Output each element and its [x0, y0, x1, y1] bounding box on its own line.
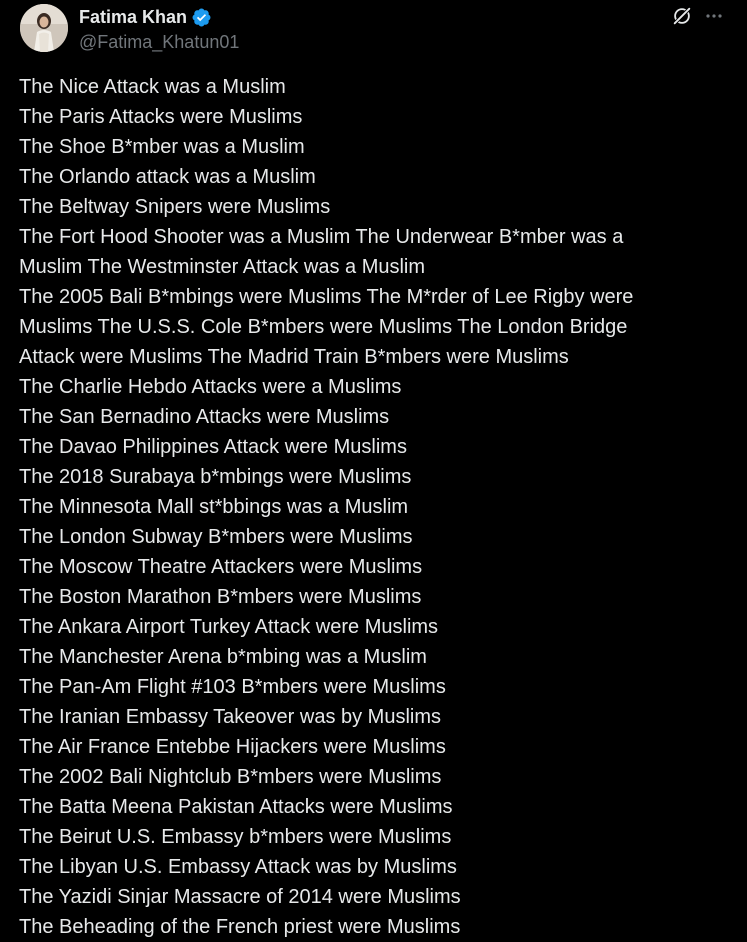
tweet-line: The Paris Attacks were Muslims [19, 106, 303, 128]
tweet-line: The Beltway Snipers were Muslims [19, 196, 331, 218]
tweet-line: Muslim The Westminster Attack was a Musl… [19, 256, 426, 278]
tweet-line: The Beirut U.S. Embassy b*mbers were Mus… [19, 826, 452, 848]
tweet-line: The London Subway B*mbers were Muslims [19, 526, 413, 548]
tweet-line: The Batta Meena Pakistan Attacks were Mu… [19, 796, 453, 818]
more-options-icon[interactable] [704, 6, 724, 26]
tweet-line: The Shoe B*mber was a Muslim [19, 136, 305, 158]
author-display-name[interactable]: Fatima Khan [79, 7, 187, 28]
tweet-line: Attack were Muslims The Madrid Train B*m… [19, 346, 569, 368]
tweet-line: The Minnesota Mall st*bbings was a Musli… [19, 496, 409, 518]
tweet-line: The Air France Entebbe Hijackers were Mu… [19, 736, 446, 758]
tweet-line: The Fort Hood Shooter was a Muslim The U… [19, 226, 624, 248]
verified-badge-icon[interactable] [191, 7, 212, 28]
avatar-image [20, 4, 68, 52]
tweet-line: The Orlando attack was a Muslim [19, 166, 316, 188]
tweet-line: The Yazidi Sinjar Massacre of 2014 were … [19, 886, 461, 908]
tweet-line: The 2002 Bali Nightclub B*mbers were Mus… [19, 766, 442, 788]
tweet-line: The 2018 Surabaya b*mbings were Muslims [19, 466, 412, 488]
tweet-text: The Nice Attack was a Muslim The Paris A… [19, 72, 719, 942]
tweet-line: The Moscow Theatre Attackers were Muslim… [19, 556, 423, 578]
avatar[interactable] [20, 4, 68, 52]
tweet-line: Muslims The U.S.S. Cole B*mbers were Mus… [19, 316, 628, 338]
tweet-line: The Beheading of the French priest were … [19, 916, 461, 938]
tweet-line: The Nice Attack was a Muslim [19, 76, 286, 98]
tweet-header: Fatima Khan @Fatima_Khatun01 [0, 0, 747, 64]
tweet-line: The Boston Marathon B*mbers were Muslims [19, 586, 422, 608]
author-handle[interactable]: @Fatima_Khatun01 [79, 32, 239, 53]
author-name-row: Fatima Khan [79, 6, 212, 28]
tweet-line: The Charlie Hebdo Attacks were a Muslims [19, 376, 402, 398]
tweet-line: The Davao Philippines Attack were Muslim… [19, 436, 407, 458]
tweet-line: The Ankara Airport Turkey Attack were Mu… [19, 616, 439, 638]
grok-icon[interactable] [671, 5, 693, 27]
tweet-line: The Pan-Am Flight #103 B*mbers were Musl… [19, 676, 446, 698]
tweet-line: The San Bernadino Attacks were Muslims [19, 406, 390, 428]
tweet-line: The Libyan U.S. Embassy Attack was by Mu… [19, 856, 457, 878]
tweet-line: The Iranian Embassy Takeover was by Musl… [19, 706, 442, 728]
tweet-line: The Manchester Arena b*mbing was a Musli… [19, 646, 427, 668]
tweet-line: The 2005 Bali B*mbings were Muslims The … [19, 286, 634, 308]
